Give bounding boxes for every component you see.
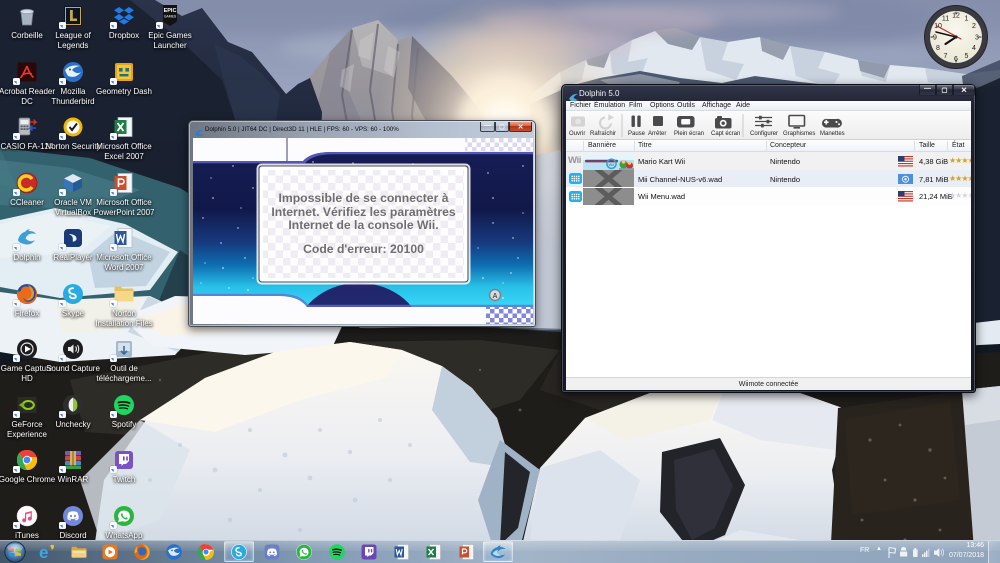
svg-text:GAMES: GAMES	[164, 15, 177, 19]
svg-text:3: 3	[975, 35, 979, 42]
svg-text:1: 1	[965, 16, 969, 23]
svg-text:8: 8	[936, 45, 940, 52]
svg-text:9: 9	[933, 35, 937, 42]
svg-text:7: 7	[944, 53, 948, 60]
svg-text:EPIC: EPIC	[164, 8, 177, 14]
svg-text:2: 2	[972, 23, 976, 30]
svg-text:4: 4	[972, 45, 976, 52]
svg-text:5: 5	[965, 53, 969, 60]
svg-text:e: e	[39, 543, 48, 561]
svg-text:A: A	[492, 293, 497, 300]
svg-text:11: 11	[942, 16, 949, 23]
svg-text:Wii: Wii	[609, 162, 615, 166]
